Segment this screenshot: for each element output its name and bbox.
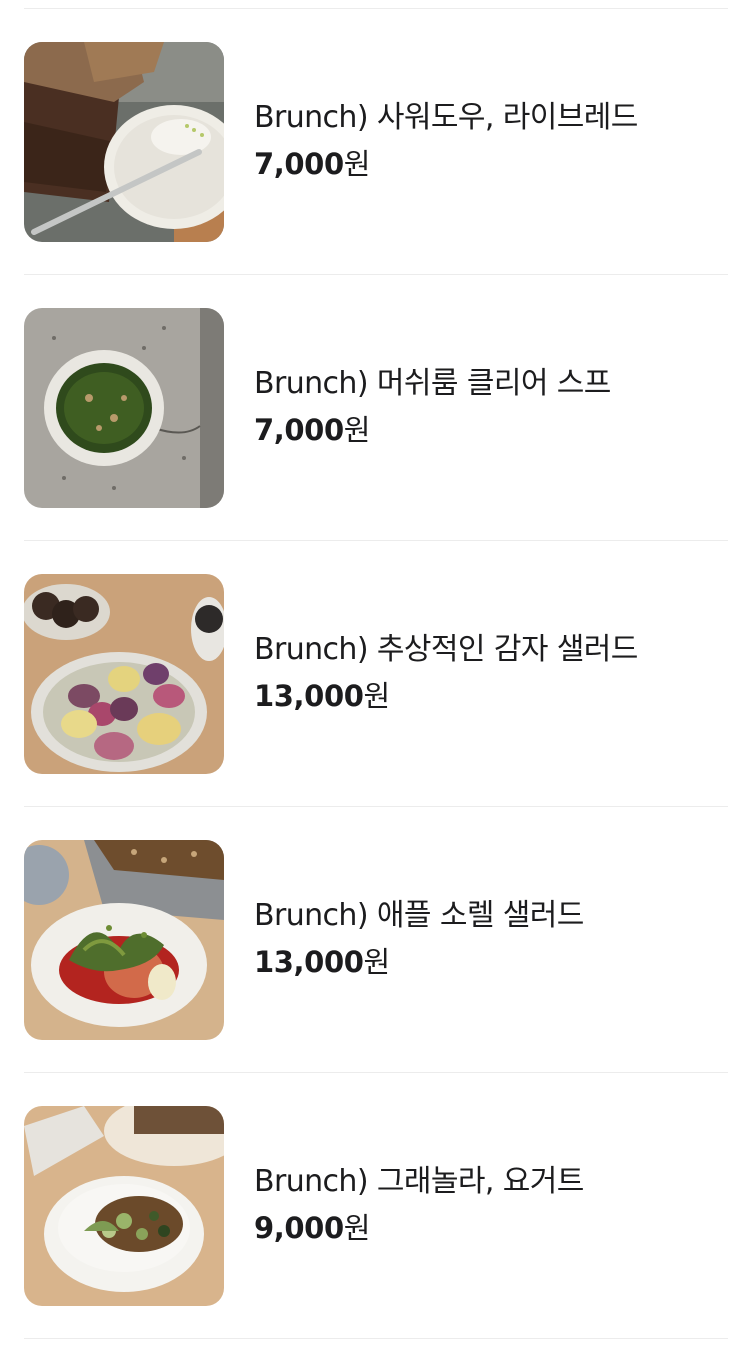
price-value: 13,000 — [254, 679, 364, 713]
menu-item-apple-sorrel-salad[interactable]: Brunch) 애플 소렐 샐러드 13,000원 — [24, 840, 728, 1040]
menu-item-price: 7,000원 — [254, 412, 611, 448]
sourdough-bread-photo — [24, 42, 224, 242]
price-currency: 원 — [363, 679, 391, 713]
price-currency: 원 — [343, 413, 371, 447]
menu-item-info: Brunch) 머쉬룸 클리어 스프 7,000원 — [254, 364, 611, 448]
divider — [24, 540, 728, 541]
menu-item-name: Brunch) 애플 소렐 샐러드 — [254, 898, 584, 933]
menu-item-name: Brunch) 그래놀라, 요거트 — [254, 1164, 584, 1199]
mushroom-soup-photo — [24, 308, 224, 508]
menu-item-sourdough[interactable]: Brunch) 사워도우, 라이브레드 7,000원 — [24, 42, 728, 242]
menu-item-info: Brunch) 사워도우, 라이브레드 7,000원 — [254, 98, 638, 182]
divider — [24, 1072, 728, 1073]
menu-item-price: 7,000원 — [254, 146, 638, 182]
menu-list: Brunch) 사워도우, 라이브레드 7,000원 Brunch) 머쉬룸 클… — [0, 0, 754, 1350]
divider — [24, 1338, 728, 1339]
menu-item-info: Brunch) 애플 소렐 샐러드 13,000원 — [254, 896, 584, 980]
price-currency: 원 — [363, 945, 391, 979]
divider — [24, 274, 728, 275]
price-currency: 원 — [343, 1211, 371, 1245]
menu-item-name: Brunch) 사워도우, 라이브레드 — [254, 100, 638, 135]
menu-item-info: Brunch) 추상적인 감자 샐러드 13,000원 — [254, 630, 638, 714]
menu-item-potato-salad[interactable]: Brunch) 추상적인 감자 샐러드 13,000원 — [24, 574, 728, 774]
menu-item-price: 13,000원 — [254, 678, 638, 714]
price-value: 7,000 — [254, 413, 344, 447]
granola-yogurt-photo — [24, 1106, 224, 1306]
divider — [24, 8, 728, 9]
menu-item-price: 13,000원 — [254, 944, 584, 980]
menu-item-name: Brunch) 머쉬룸 클리어 스프 — [254, 366, 611, 401]
price-currency: 원 — [343, 147, 371, 181]
menu-item-mushroom-soup[interactable]: Brunch) 머쉬룸 클리어 스프 7,000원 — [24, 308, 728, 508]
menu-item-info: Brunch) 그래놀라, 요거트 9,000원 — [254, 1162, 584, 1246]
divider — [24, 806, 728, 807]
menu-item-price: 9,000원 — [254, 1210, 584, 1246]
apple-sorrel-salad-photo — [24, 840, 224, 1040]
menu-item-name: Brunch) 추상적인 감자 샐러드 — [254, 632, 638, 667]
price-value: 9,000 — [254, 1211, 344, 1245]
potato-salad-photo — [24, 574, 224, 774]
menu-item-granola-yogurt[interactable]: Brunch) 그래놀라, 요거트 9,000원 — [24, 1106, 728, 1306]
price-value: 7,000 — [254, 147, 344, 181]
price-value: 13,000 — [254, 945, 364, 979]
